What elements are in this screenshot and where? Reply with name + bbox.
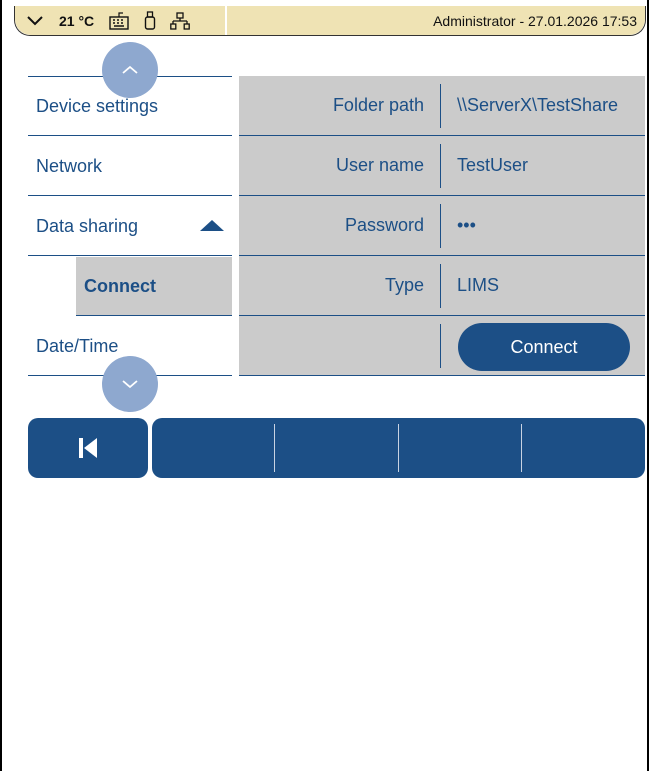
folder-path-row: Folder path \\ServerX\TestShare (239, 76, 645, 136)
frame-left-border (0, 0, 2, 771)
collapse-triangle-icon[interactable] (200, 220, 224, 231)
row-divider (440, 264, 441, 308)
user-name-field[interactable]: TestUser (457, 136, 528, 195)
user-name-row: User name TestUser (239, 136, 645, 196)
field-label: User name (335, 155, 424, 175)
toolbar-button-4[interactable] (522, 418, 645, 478)
toolbar-button-1[interactable] (152, 418, 274, 478)
nav-item-label: Connect (84, 275, 156, 296)
nav-item-network[interactable]: Network (28, 137, 232, 196)
keyboard-icon (108, 11, 130, 30)
network-icon (170, 11, 191, 30)
nav-item-label: Date/Time (36, 335, 119, 356)
temperature-readout: 21 °C (59, 12, 95, 29)
nav-item-connect[interactable]: Connect (76, 257, 232, 316)
type-row: Type LIMS (239, 256, 645, 316)
nav-item-label: Network (36, 155, 103, 176)
nav-item-label: Device settings (36, 95, 159, 116)
toolbar-button-2[interactable] (275, 418, 398, 478)
scroll-up-button[interactable] (102, 42, 158, 98)
row-divider (440, 144, 441, 188)
field-label: Type (384, 275, 424, 295)
password-row: Password ••• (239, 196, 645, 256)
connect-button[interactable]: Connect (458, 323, 630, 371)
back-button[interactable] (28, 418, 148, 478)
status-bar-right: Administrator - 27.01.2026 17:53 (227, 6, 645, 35)
password-field[interactable]: ••• (457, 196, 476, 255)
row-divider (440, 84, 441, 128)
status-bar: 21 °C Administrator - 27.01.2026 17:53 (14, 6, 646, 36)
scroll-down-button[interactable] (102, 356, 158, 412)
usb-icon (144, 10, 156, 31)
nav-item-label: Data sharing (36, 215, 139, 236)
skip-back-icon (79, 438, 97, 458)
nav-item-data-sharing[interactable]: Data sharing (28, 197, 232, 256)
connect-row: Connect (239, 316, 645, 376)
field-label: Password (344, 215, 424, 235)
chevron-down-icon[interactable] (15, 6, 55, 35)
row-divider (440, 204, 441, 248)
row-divider (440, 324, 441, 368)
user-datetime: Administrator - 27.01.2026 17:53 (433, 12, 637, 29)
field-label: Folder path (332, 95, 424, 115)
function-toolbar (152, 418, 645, 478)
type-field[interactable]: LIMS (457, 256, 499, 315)
toolbar-button-3[interactable] (399, 418, 521, 478)
folder-path-field[interactable]: \\ServerX\TestShare (457, 76, 618, 135)
status-bar-left: 21 °C (15, 6, 225, 35)
chevron-up-icon (122, 65, 138, 74)
data-sharing-form: Folder path \\ServerX\TestShare User nam… (239, 76, 645, 376)
chevron-down-icon (122, 380, 138, 389)
